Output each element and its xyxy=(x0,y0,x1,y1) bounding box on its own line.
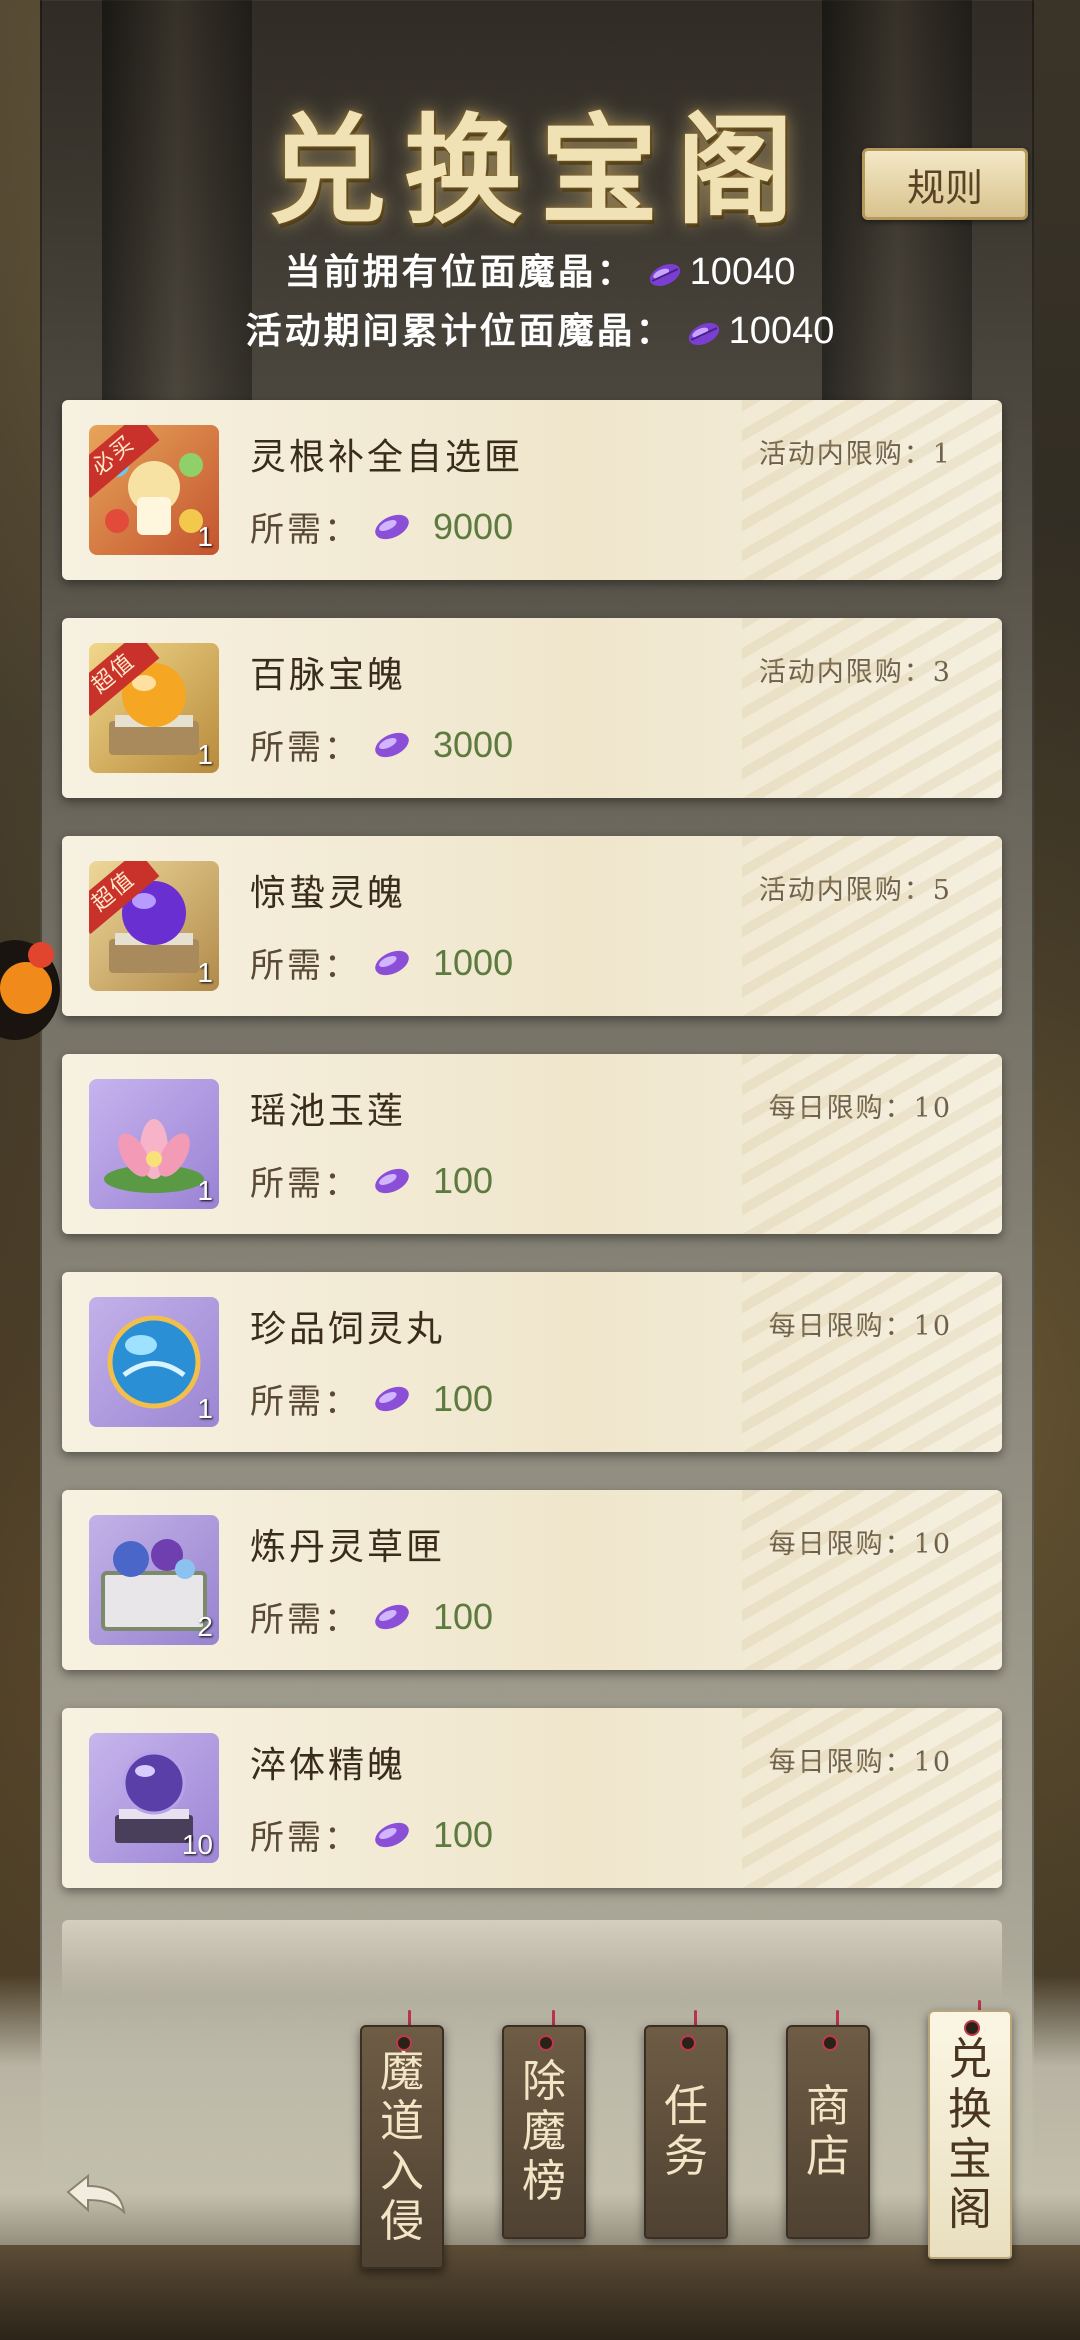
cost-value: 3000 xyxy=(433,723,514,765)
herb-chest-icon: 2 xyxy=(89,1515,219,1645)
cost-label: 所需： xyxy=(250,1818,361,1858)
item-purchase-limit: 活动内限购：1 xyxy=(758,439,952,470)
current-crystal-label: 当前拥有位面魔晶： xyxy=(284,251,636,293)
purple-crystal-icon xyxy=(375,1604,409,1629)
notification-dot xyxy=(28,942,54,968)
item-name: 炼丹灵草匣 xyxy=(250,1527,446,1568)
cost-value: 100 xyxy=(433,1595,494,1637)
item-count: 1 xyxy=(197,1175,213,1206)
nav-tag-demon-ranking[interactable]: 除魔榜 xyxy=(502,2025,586,2239)
exchange-item-card[interactable]: 必买 1 灵根补全自选匣 活动内限购：1 所需： 9000 xyxy=(62,400,1002,580)
exchange-item-card[interactable]: 10 淬体精魄 每日限购：10 所需： 100 xyxy=(62,1708,1002,1888)
nav-tag-label: 任务 xyxy=(664,2081,708,2182)
nav-tag-exchange-pavilion[interactable]: 兑换宝阁 xyxy=(928,2010,1012,2259)
item-name: 百脉宝魄 xyxy=(250,655,407,696)
exchange-item-card[interactable]: 2 炼丹灵草匣 每日限购：10 所需： 100 xyxy=(62,1490,1002,1670)
exchange-item-card[interactable]: 超值 1 百脉宝魄 活动内限购：3 所需： 3000 xyxy=(62,618,1002,798)
tag-hole xyxy=(538,2035,554,2051)
tag-hole xyxy=(680,2035,696,2051)
purple-crystal-icon xyxy=(649,264,680,286)
cost-label: 所需： xyxy=(250,510,361,550)
item-count: 2 xyxy=(197,1611,213,1642)
item-count: 1 xyxy=(197,521,213,552)
item-cost: 所需： 100 xyxy=(250,1592,493,1641)
current-crystal-line: 当前拥有位面魔晶： 10040 xyxy=(0,243,1080,295)
purple-orb-icon: 超值 1 xyxy=(89,861,219,991)
total-crystal-value: 10040 xyxy=(728,310,835,352)
nav-tag-label: 除魔榜 xyxy=(522,2056,566,2207)
total-crystal-label: 活动期间累计位面魔晶： xyxy=(245,310,675,352)
purple-crystal-icon xyxy=(375,514,409,539)
cost-value: 1000 xyxy=(433,941,514,983)
purple-crystal-icon xyxy=(375,1386,409,1411)
cost-value: 100 xyxy=(433,1377,494,1419)
item-name: 珍品饲灵丸 xyxy=(250,1309,446,1350)
crystal-ball-icon: 10 xyxy=(89,1733,219,1863)
rules-button[interactable]: 规则 xyxy=(862,148,1028,220)
cost-label: 所需： xyxy=(250,728,361,768)
bottom-floor xyxy=(0,2245,1080,2340)
purple-crystal-icon xyxy=(375,732,409,757)
item-cost: 所需： 100 xyxy=(250,1374,493,1423)
item-purchase-limit: 活动内限购：5 xyxy=(758,875,952,906)
tag-hole xyxy=(964,2020,980,2036)
item-name: 灵根补全自选匣 xyxy=(250,437,524,478)
spirit-root-box-icon: 必买 1 xyxy=(89,425,219,555)
nav-tag-shop[interactable]: 商店 xyxy=(786,2025,870,2239)
item-count: 1 xyxy=(197,957,213,988)
item-cost: 所需： 3000 xyxy=(250,720,513,769)
cost-value: 100 xyxy=(433,1159,494,1201)
lotus-icon: 1 xyxy=(89,1079,219,1209)
item-cost: 所需： 100 xyxy=(250,1156,493,1205)
tag-hole xyxy=(396,2035,412,2051)
cost-label: 所需： xyxy=(250,946,361,986)
purple-crystal-icon xyxy=(375,1168,409,1193)
purple-crystal-icon xyxy=(375,950,409,975)
item-purchase-limit: 每日限购：10 xyxy=(768,1529,952,1560)
nav-tag-tasks[interactable]: 任务 xyxy=(644,2025,728,2239)
item-count: 1 xyxy=(197,739,213,770)
item-cost: 所需： 1000 xyxy=(250,938,513,987)
item-name: 瑶池玉莲 xyxy=(250,1091,407,1132)
item-cost: 所需： 9000 xyxy=(250,502,513,551)
cost-label: 所需： xyxy=(250,1164,361,1204)
cost-label: 所需： xyxy=(250,1600,361,1640)
nav-tag-label: 商店 xyxy=(806,2081,850,2182)
nav-tag-label: 兑换宝阁 xyxy=(948,2033,992,2235)
blue-pill-icon: 1 xyxy=(89,1297,219,1427)
purple-crystal-icon xyxy=(375,1822,409,1847)
item-purchase-limit: 活动内限购：3 xyxy=(758,657,952,688)
purple-crystal-icon xyxy=(688,323,719,345)
golden-orb-icon: 超值 1 xyxy=(89,643,219,773)
current-crystal-value: 10040 xyxy=(689,251,796,293)
item-purchase-limit: 每日限购：10 xyxy=(768,1093,952,1124)
nav-tag-label: 魔道入侵 xyxy=(380,2046,424,2247)
exchange-item-card[interactable]: 1 珍品饲灵丸 每日限购：10 所需： 100 xyxy=(62,1272,1002,1452)
back-arrow-icon[interactable] xyxy=(58,2168,132,2228)
item-name: 惊蛰灵魄 xyxy=(250,873,407,914)
exchange-item-card[interactable]: 超值 1 惊蛰灵魄 活动内限购：5 所需： 1000 xyxy=(62,836,1002,1016)
cost-value: 9000 xyxy=(433,505,514,547)
cost-label: 所需： xyxy=(250,1382,361,1422)
item-name: 淬体精魄 xyxy=(250,1745,407,1786)
exchange-item-card[interactable]: 1 瑶池玉莲 每日限购：10 所需： 100 xyxy=(62,1054,1002,1234)
item-purchase-limit: 每日限购：10 xyxy=(768,1747,952,1778)
item-count: 10 xyxy=(181,1829,213,1860)
item-purchase-limit: 每日限购：10 xyxy=(768,1311,952,1342)
tag-hole xyxy=(822,2035,838,2051)
cost-value: 100 xyxy=(433,1813,494,1855)
item-cost: 所需： 100 xyxy=(250,1810,493,1859)
item-count: 1 xyxy=(197,1393,213,1424)
nav-tag-demon-invasion[interactable]: 魔道入侵 xyxy=(360,2025,444,2269)
mascot-face-icon xyxy=(0,962,52,1014)
total-crystal-line: 活动期间累计位面魔晶： 10040 xyxy=(0,302,1080,354)
